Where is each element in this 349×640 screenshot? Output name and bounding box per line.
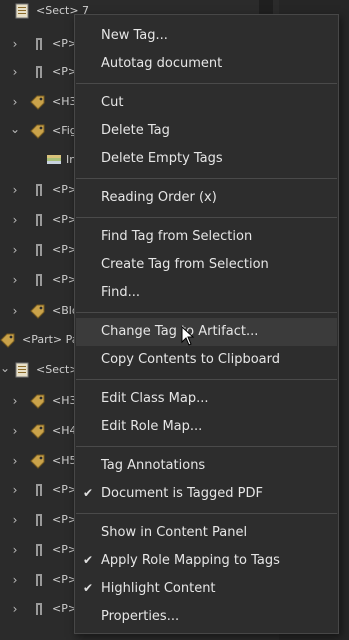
tag-icon (30, 394, 45, 409)
menu-item-edit-role-map[interactable]: Edit Role Map... (76, 413, 337, 441)
chevron-right-icon[interactable]: › (10, 184, 20, 196)
menu-item-change-tag-to-artifact[interactable]: Change Tag to Artifact... (76, 318, 337, 346)
paragraph-icon (36, 544, 42, 556)
paragraph-icon (36, 274, 42, 286)
menu-item-label: New Tag... (101, 28, 168, 43)
paragraph-icon (36, 574, 42, 586)
chevron-right-icon[interactable]: › (10, 66, 20, 78)
menu-separator (76, 513, 337, 514)
menu-item-label: Copy Contents to Clipboard (101, 352, 280, 367)
paragraph-icon (36, 214, 42, 226)
checkmark-icon: ✔ (83, 553, 94, 567)
tree-row-label: <H5 (52, 454, 77, 467)
menu-item-label: Cut (101, 95, 124, 110)
menu-item-properties[interactable]: Properties... (76, 603, 337, 631)
checkmark-icon: ✔ (83, 486, 94, 500)
paragraph-icon (36, 514, 42, 526)
menu-item-label: Change Tag to Artifact... (101, 324, 259, 339)
menu-item-label: Find Tag from Selection (101, 229, 253, 244)
tag-icon (30, 95, 45, 110)
tag-icon (30, 124, 45, 139)
menu-item-label: Apply Role Mapping to Tags (101, 553, 280, 568)
tree-row-label: <Sect> (36, 363, 79, 376)
checkmark-icon: ✔ (83, 581, 94, 595)
chevron-right-icon[interactable]: › (10, 274, 20, 286)
chevron-right-icon[interactable]: › (10, 455, 20, 467)
menu-item-find-tag-from-selection[interactable]: Find Tag from Selection (76, 223, 337, 251)
chevron-right-icon[interactable]: › (10, 425, 20, 437)
menu-item-new-tag[interactable]: New Tag... (76, 22, 337, 50)
menu-separator (76, 379, 337, 380)
tree-row-label: <Part> Pa (22, 333, 79, 346)
paragraph-icon (36, 603, 42, 615)
chevron-right-icon[interactable]: › (10, 395, 20, 407)
document-icon (15, 362, 29, 378)
chevron-right-icon[interactable]: › (10, 484, 20, 496)
chevron-right-icon[interactable]: › (10, 574, 20, 586)
chevron-right-icon[interactable]: › (10, 305, 20, 317)
chevron-down-icon[interactable]: ⌄ (10, 123, 20, 135)
menu-item-tag-annotations[interactable]: Tag Annotations (76, 452, 337, 480)
context-menu: New Tag... Autotag document Cut Delete T… (74, 14, 339, 634)
menu-item-document-is-tagged-pdf[interactable]: ✔ Document is Tagged PDF (76, 480, 337, 508)
chevron-right-icon[interactable]: › (10, 214, 20, 226)
paragraph-icon (36, 244, 42, 256)
document-icon (15, 3, 29, 19)
menu-item-cut[interactable]: Cut (76, 89, 337, 117)
menu-item-highlight-content[interactable]: ✔ Highlight Content (76, 575, 337, 603)
menu-item-label: Edit Class Map... (101, 391, 209, 406)
menu-item-label: Reading Order (x) (101, 190, 217, 205)
paragraph-icon (36, 184, 42, 196)
menu-item-autotag-document[interactable]: Autotag document (76, 50, 337, 78)
menu-item-label: Edit Role Map... (101, 419, 203, 434)
menu-separator (76, 312, 337, 313)
menu-item-label: Find... (101, 285, 141, 300)
menu-item-reading-order[interactable]: Reading Order (x) (76, 184, 337, 212)
menu-item-label: Delete Tag (101, 123, 170, 138)
chevron-right-icon[interactable]: › (10, 244, 20, 256)
chevron-right-icon[interactable]: › (10, 38, 20, 50)
paragraph-icon (36, 484, 42, 496)
menu-item-label: Autotag document (101, 56, 223, 71)
menu-item-create-tag-from-selection[interactable]: Create Tag from Selection (76, 251, 337, 279)
tag-icon (0, 333, 15, 348)
chevron-down-icon[interactable]: ⌄ (0, 362, 10, 374)
menu-item-delete-empty-tags[interactable]: Delete Empty Tags (76, 145, 337, 173)
menu-item-label: Highlight Content (101, 581, 216, 596)
menu-item-label: Document is Tagged PDF (101, 486, 263, 501)
paragraph-icon (36, 66, 42, 78)
menu-separator (76, 446, 337, 447)
paragraph-icon (36, 38, 42, 50)
tree-row-label: <H4 (52, 424, 77, 437)
menu-separator (76, 217, 337, 218)
chevron-right-icon[interactable]: › (10, 544, 20, 556)
tag-icon (30, 424, 45, 439)
menu-item-show-in-content-panel[interactable]: Show in Content Panel (76, 519, 337, 547)
menu-separator (76, 83, 337, 84)
mouse-pointer-icon (181, 326, 195, 346)
menu-item-find[interactable]: Find... (76, 279, 337, 307)
menu-item-label: Delete Empty Tags (101, 151, 223, 166)
menu-item-copy-contents-to-clipboard[interactable]: Copy Contents to Clipboard (76, 346, 337, 374)
menu-item-label: Properties... (101, 609, 180, 624)
menu-item-delete-tag[interactable]: Delete Tag (76, 117, 337, 145)
chevron-right-icon[interactable]: › (10, 603, 20, 615)
menu-separator (76, 178, 337, 179)
tag-icon (30, 304, 45, 319)
menu-item-label: Create Tag from Selection (101, 257, 269, 272)
book-icon (47, 155, 61, 164)
menu-item-apply-role-mapping-to-tags[interactable]: ✔ Apply Role Mapping to Tags (76, 547, 337, 575)
tag-icon (30, 454, 45, 469)
chevron-right-icon[interactable]: › (10, 96, 20, 108)
tree-row-label: <H3 (52, 95, 77, 108)
tree-row-label: <H3 (52, 394, 77, 407)
menu-item-label: Show in Content Panel (101, 525, 248, 540)
chevron-right-icon[interactable]: › (10, 514, 20, 526)
menu-item-label: Tag Annotations (101, 458, 206, 473)
menu-item-edit-class-map[interactable]: Edit Class Map... (76, 385, 337, 413)
